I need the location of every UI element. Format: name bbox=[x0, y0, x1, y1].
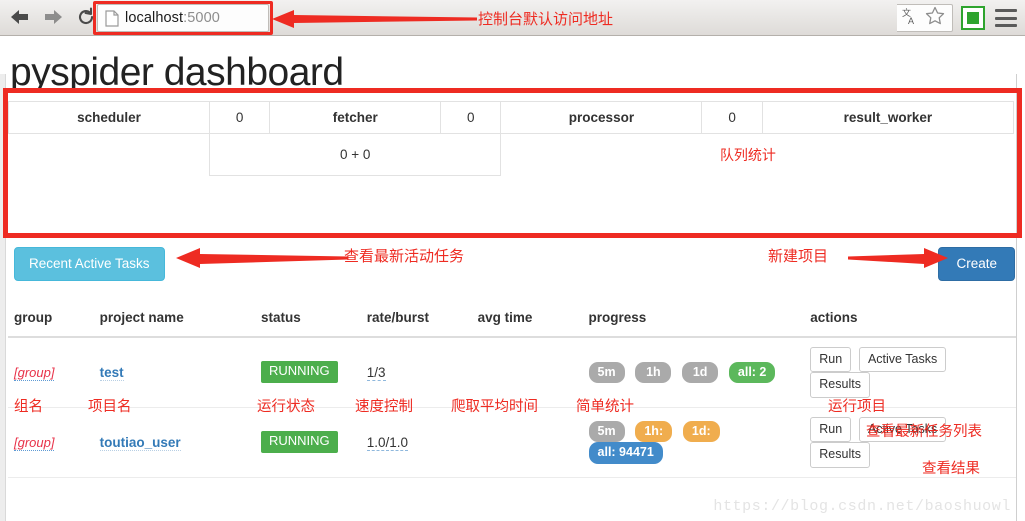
status-badge: RUNNING bbox=[260, 361, 338, 384]
star-bookmark-icon[interactable] bbox=[925, 6, 945, 30]
create-annotation-arrow bbox=[848, 248, 948, 268]
annotation-progress: 简单统计 bbox=[576, 399, 634, 415]
cell-rate: 1.0/1.0 bbox=[360, 407, 472, 478]
projects-table: group project name status rate/burst avg… bbox=[8, 301, 1016, 478]
progress-badge-all[interactable]: all: 2 bbox=[728, 361, 776, 384]
status-value-processor: 0 bbox=[701, 101, 763, 134]
status-label-result-worker: result_worker bbox=[761, 101, 1015, 134]
annotation-avg-time: 爬取平均时间 bbox=[451, 399, 538, 415]
progress-badge-1d[interactable]: 1d bbox=[682, 361, 719, 384]
recent-tasks-annotation-text: 查看最新活动任务 bbox=[344, 248, 465, 265]
status-queue-spacer-left bbox=[8, 133, 210, 176]
annotation-results: 查看结果 bbox=[922, 461, 980, 477]
annotation-group: 组名 bbox=[14, 399, 43, 415]
header-avg-time: avg time bbox=[471, 301, 583, 338]
svg-text:A: A bbox=[908, 16, 914, 25]
status-table: scheduler 0 fetcher 0 processor 0 result… bbox=[8, 101, 1015, 176]
projects-header-row: group project name status rate/burst avg… bbox=[8, 301, 1016, 338]
progress-badge-all[interactable]: all: 94471 bbox=[588, 442, 663, 464]
page-document-icon bbox=[105, 9, 119, 27]
run-button[interactable]: Run bbox=[810, 416, 852, 443]
create-annotation-text: 新建项目 bbox=[768, 248, 829, 265]
annotation-rate: 速度控制 bbox=[355, 399, 413, 415]
header-project-name: project name bbox=[93, 301, 255, 338]
queue-annotation-text: 队列统计 bbox=[719, 146, 776, 163]
cell-group: [group] bbox=[8, 407, 94, 478]
cell-avg-time bbox=[471, 407, 583, 478]
forward-arrow-icon[interactable] bbox=[41, 4, 65, 30]
back-arrow-icon[interactable] bbox=[8, 4, 32, 30]
reload-icon[interactable] bbox=[74, 4, 98, 30]
annotation-status: 运行状态 bbox=[257, 399, 315, 415]
url-text: localhost:5000 bbox=[125, 10, 220, 26]
group-link[interactable]: [group] bbox=[14, 364, 55, 381]
page-content: pyspider dashboard scheduler 0 fetcher 0… bbox=[0, 37, 1025, 521]
project-name-link[interactable]: test bbox=[99, 364, 124, 381]
watermark: https://blog.csdn.net/baoshuowl bbox=[713, 498, 1011, 515]
status-label-scheduler: scheduler bbox=[8, 101, 210, 134]
progress-badge-5m[interactable]: 5m bbox=[588, 361, 625, 384]
status-value-fetcher: 0 bbox=[440, 101, 502, 134]
url-host: localhost bbox=[125, 10, 184, 26]
annotation-active-tasks: 查看最新任务列表 bbox=[866, 424, 982, 440]
progress-badge-1d[interactable]: 1d: bbox=[682, 420, 720, 443]
annotation-project-name: 项目名 bbox=[88, 399, 132, 415]
table-row: [group] toutiao_user RUNNING 1.0/1.0 5m … bbox=[8, 407, 1016, 478]
url-annotation-text: 控制台默认访问地址 bbox=[478, 11, 614, 28]
navigation-buttons bbox=[8, 4, 98, 30]
progress-badge-5m[interactable]: 5m bbox=[588, 420, 625, 443]
rate-burst-value[interactable]: 1/3 bbox=[366, 364, 386, 381]
cell-progress: 5m 1h: 1d: all: 94471 bbox=[582, 407, 805, 478]
status-table-wrapper: scheduler 0 fetcher 0 processor 0 result… bbox=[8, 101, 1015, 176]
group-link[interactable]: [group] bbox=[14, 434, 55, 451]
results-button[interactable]: Results bbox=[810, 372, 870, 398]
status-label-processor: processor bbox=[500, 101, 703, 134]
status-value-scheduler: 0 bbox=[208, 101, 271, 134]
translate-icon[interactable]: 文A bbox=[902, 7, 920, 30]
create-button[interactable]: Create bbox=[938, 247, 1015, 281]
header-group: group bbox=[8, 301, 94, 338]
url-input[interactable]: localhost:5000 bbox=[97, 4, 269, 32]
active-tasks-button[interactable]: Active Tasks bbox=[858, 347, 947, 373]
hamburger-menu-icon[interactable] bbox=[995, 9, 1017, 27]
header-status: status bbox=[254, 301, 361, 338]
url-port: :5000 bbox=[183, 10, 220, 26]
project-name-link[interactable]: toutiao_user bbox=[99, 434, 181, 451]
cell-status: RUNNING bbox=[254, 407, 361, 478]
header-actions: actions bbox=[804, 301, 1016, 338]
run-button[interactable]: Run bbox=[810, 347, 852, 373]
status-label-fetcher: fetcher bbox=[269, 101, 442, 134]
left-gutter bbox=[0, 74, 6, 521]
cell-project-name: toutiao_user bbox=[93, 407, 255, 478]
results-button[interactable]: Results bbox=[810, 442, 870, 468]
scrollbar-track[interactable] bbox=[1016, 74, 1025, 521]
progress-badge-1h[interactable]: 1h bbox=[635, 361, 672, 384]
header-rate-burst: rate/burst bbox=[360, 301, 472, 338]
recent-active-tasks-button[interactable]: Recent Active Tasks bbox=[14, 247, 165, 281]
screenshot-root: localhost:5000 文A 控制台默认访问地址 pyspider das… bbox=[0, 0, 1025, 521]
rate-burst-value[interactable]: 1.0/1.0 bbox=[366, 434, 409, 451]
status-queue-value: 0 + 0 bbox=[208, 133, 502, 176]
annotation-run: 运行项目 bbox=[828, 399, 886, 415]
translate-bookmark-group: 文A bbox=[897, 4, 953, 32]
status-queue-spacer-right bbox=[500, 133, 702, 176]
browser-toolbar-right: 文A bbox=[897, 4, 1019, 32]
cell-actions: Run Active Tasks Results bbox=[804, 407, 1016, 478]
green-square-extension-icon[interactable] bbox=[961, 6, 985, 30]
progress-badge-1h[interactable]: 1h: bbox=[635, 420, 673, 443]
page-title: pyspider dashboard bbox=[10, 51, 344, 94]
header-progress: progress bbox=[582, 301, 805, 338]
status-row-counts: scheduler 0 fetcher 0 processor 0 result… bbox=[8, 101, 1015, 134]
recent-tasks-annotation-arrow bbox=[176, 248, 348, 268]
status-row-queue: 0 + 0 队列统计 bbox=[8, 133, 1014, 176]
status-badge: RUNNING bbox=[260, 431, 338, 454]
